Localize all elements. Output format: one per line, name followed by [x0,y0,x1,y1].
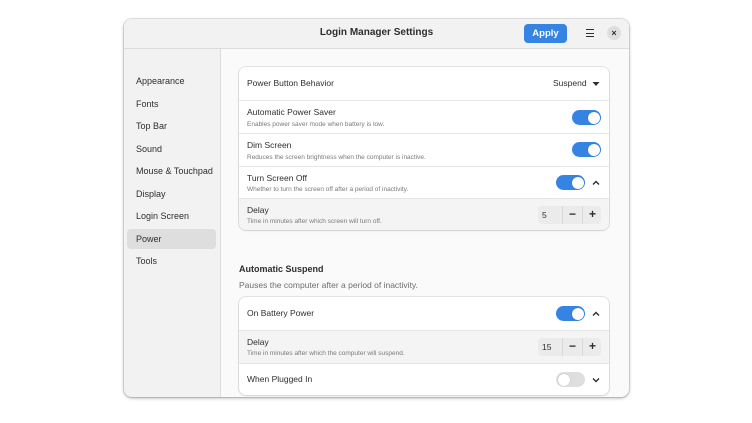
screen-delay-value[interactable]: 5 [542,206,547,224]
chevron-up-icon[interactable] [591,309,601,319]
dim-screen-row: Dim Screen Reduces the screen brightness… [239,133,609,166]
dim-screen-toggle[interactable] [572,142,601,157]
battery-delay-decrement-button[interactable]: − [562,338,582,356]
battery-delay-subtitle: Time in minutes after which the computer… [247,350,405,357]
screen-delay-label: Delay [247,205,269,215]
auto-power-saver-row: Automatic Power Saver Enables power save… [239,100,609,133]
hamburger-menu-icon[interactable] [582,25,598,41]
main-content: Power Button Behavior Suspend Automatic … [221,49,629,397]
when-plugged-in-row[interactable]: When Plugged In [239,363,609,395]
on-battery-label: On Battery Power [247,308,315,318]
sidebar-item-power[interactable]: Power [127,229,216,249]
apply-button[interactable]: Apply [524,24,567,43]
when-plugged-in-label: When Plugged In [247,374,313,384]
turn-screen-off-label: Turn Screen Off [247,173,307,183]
title-bar: Login Manager Settings Apply × [124,19,629,49]
chevron-down-icon[interactable] [591,375,601,385]
power-button-behavior-row[interactable]: Power Button Behavior Suspend [239,67,609,100]
screen-delay-decrement-button[interactable]: − [562,206,582,224]
dim-screen-subtitle: Reduces the screen brightness when the c… [247,154,426,161]
sidebar-item-display[interactable]: Display [127,184,216,204]
turn-screen-off-row[interactable]: Turn Screen Off Whether to turn the scre… [239,166,609,198]
auto-suspend-subtitle: Pauses the computer after a period of in… [239,280,418,290]
screen-delay-subtitle: Time in minutes after which screen will … [247,218,382,225]
auto-suspend-card: On Battery Power Delay Time in minutes a… [239,297,609,395]
screen-delay-increment-button[interactable]: + [582,206,602,224]
turn-screen-off-subtitle: Whether to turn the screen off after a p… [247,186,409,193]
sidebar-item-top-bar[interactable]: Top Bar [127,116,216,136]
auto-suspend-title: Automatic Suspend [239,264,324,274]
power-button-behavior-label: Power Button Behavior [247,78,334,88]
power-card: Power Button Behavior Suspend Automatic … [239,67,609,230]
sidebar-item-appearance[interactable]: Appearance [127,71,216,91]
power-button-behavior-value[interactable]: Suspend [553,78,587,88]
turn-screen-off-toggle[interactable] [556,175,585,190]
battery-delay-increment-button[interactable]: + [582,338,602,356]
when-plugged-in-toggle[interactable] [556,372,585,387]
battery-delay-spinner: 15 − + [538,338,601,356]
screen-delay-row: Delay Time in minutes after which screen… [239,198,609,230]
settings-window: Login Manager Settings Apply × Appearanc… [124,19,629,397]
battery-delay-label: Delay [247,337,269,347]
sidebar: Appearance Fonts Top Bar Sound Mouse & T… [124,49,221,397]
close-icon[interactable]: × [607,26,621,40]
sidebar-item-sound[interactable]: Sound [127,139,216,159]
battery-delay-value[interactable]: 15 [542,338,551,356]
battery-delay-row: Delay Time in minutes after which the co… [239,330,609,363]
on-battery-toggle[interactable] [556,306,585,321]
on-battery-row[interactable]: On Battery Power [239,297,609,330]
sidebar-item-mouse-touchpad[interactable]: Mouse & Touchpad [127,161,216,181]
auto-power-saver-label: Automatic Power Saver [247,107,336,117]
auto-power-saver-toggle[interactable] [572,110,601,125]
sidebar-item-fonts[interactable]: Fonts [127,94,216,114]
screen-delay-spinner: 5 − + [538,206,601,224]
dropdown-arrow-icon[interactable] [591,79,601,89]
sidebar-item-login-screen[interactable]: Login Screen [127,206,216,226]
dim-screen-label: Dim Screen [247,140,292,150]
auto-power-saver-subtitle: Enables power saver mode when battery is… [247,121,385,128]
chevron-up-icon[interactable] [591,178,601,188]
sidebar-item-tools[interactable]: Tools [127,251,216,271]
